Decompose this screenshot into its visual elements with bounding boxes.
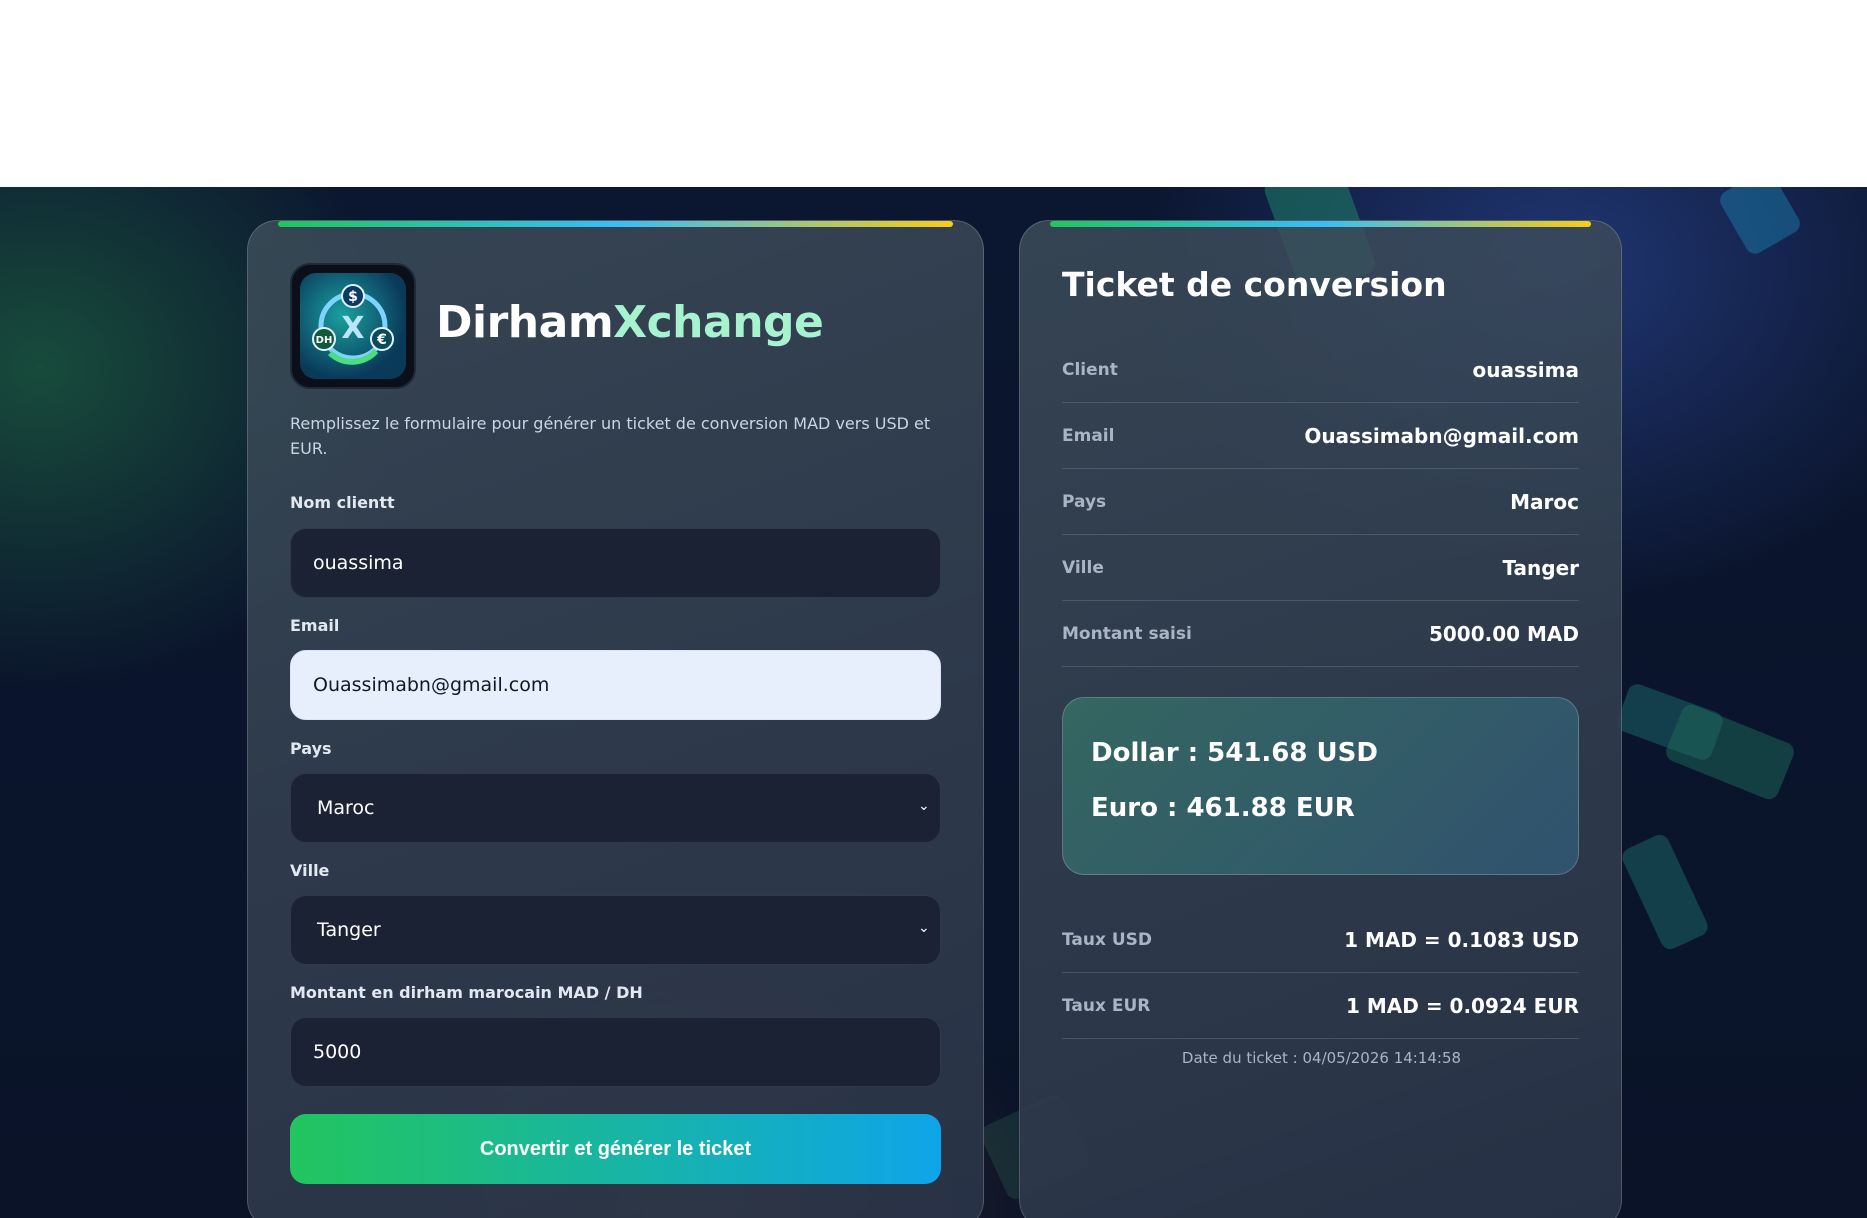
ticket-row-client: Client ouassima	[1062, 337, 1579, 403]
email-label: Email	[290, 616, 340, 635]
euro-result: Euro : 461.88 EUR	[1091, 793, 1355, 823]
ticket-row-value: Ouassimabn@gmail.com	[1304, 423, 1579, 448]
name-label: Nom clientt	[290, 493, 395, 512]
banknote-decoration	[1716, 187, 1804, 258]
svg-text:X: X	[341, 311, 364, 346]
page: $ DH € X DirhamXchange Remplissez le for…	[0, 0, 1867, 1218]
ticket-row-country: Pays Maroc	[1062, 469, 1579, 535]
country-select[interactable]: Maroc ⌄	[290, 773, 941, 843]
ticket-row-key: Taux EUR	[1062, 995, 1151, 1016]
ticket-row-amount: Montant saisi 5000.00 MAD	[1062, 601, 1579, 667]
ticket-row-value: ouassima	[1472, 357, 1579, 382]
amount-input[interactable]: 5000	[290, 1017, 941, 1087]
ticket-row-value: Tanger	[1502, 555, 1579, 580]
currency-exchange-icon: $ DH € X	[312, 284, 394, 365]
conversion-result: Dollar : 541.68 USD Euro : 461.88 EUR	[1062, 697, 1579, 875]
email-input[interactable]: Ouassimabn@gmail.com	[290, 650, 941, 720]
ticket-row-key: Client	[1062, 359, 1118, 380]
svg-text:DH: DH	[316, 335, 333, 346]
currency-exchange-icon: $ DH € X	[290, 263, 416, 389]
ticket-row-value: 1 MAD = 0.1083 USD	[1344, 927, 1579, 952]
city-select-value: Tanger	[317, 919, 381, 941]
city-select[interactable]: Tanger ⌄	[290, 895, 941, 965]
ticket-row-value: 5000.00 MAD	[1428, 621, 1579, 646]
ticket-title: Ticket de conversion	[1062, 265, 1447, 304]
convert-button[interactable]: Convertir et générer le ticket	[290, 1114, 941, 1184]
dollar-result: Dollar : 541.68 USD	[1091, 738, 1378, 768]
ticket-row-key: Ville	[1062, 557, 1104, 578]
ticket-row-key: Taux USD	[1062, 929, 1153, 950]
svg-text:$: $	[348, 289, 358, 305]
name-input[interactable]: ouassima	[290, 528, 941, 598]
chevron-down-icon: ⌄	[918, 798, 930, 814]
ticket-row-value: Maroc	[1510, 489, 1579, 514]
banknote-decoration	[1619, 831, 1711, 953]
conversion-form-card: $ DH € X DirhamXchange Remplissez le for…	[247, 220, 984, 1218]
ticket-row-email: Email Ouassimabn@gmail.com	[1062, 403, 1579, 469]
ticket-row-key: Email	[1062, 425, 1115, 446]
banknote-decoration	[1663, 701, 1797, 803]
svg-text:€: €	[376, 332, 387, 348]
amount-label: Montant en dirham marocain MAD / DH	[290, 983, 643, 1002]
chevron-down-icon: ⌄	[918, 920, 930, 936]
ticket-row-key: Pays	[1062, 491, 1107, 512]
ticket-row-rate-eur: Taux EUR 1 MAD = 0.0924 EUR	[1062, 973, 1579, 1039]
ticket-row-city: Ville Tanger	[1062, 535, 1579, 601]
country-label: Pays	[290, 739, 332, 758]
ticket-row-rate-usd: Taux USD 1 MAD = 0.1083 USD	[1062, 907, 1579, 973]
form-description: Remplissez le formulaire pour générer un…	[290, 414, 931, 458]
ticket-row-value: 1 MAD = 0.0924 EUR	[1346, 993, 1579, 1018]
country-select-value: Maroc	[317, 797, 375, 819]
ticket-row-key: Montant saisi	[1062, 623, 1192, 644]
ticket-card: Ticket de conversion Client ouassima Ema…	[1019, 220, 1622, 1218]
ticket-date: Date du ticket : 04/05/2026 14:14:58	[1181, 1049, 1462, 1067]
app-title: DirhamXchange	[436, 297, 824, 348]
city-label: Ville	[290, 861, 330, 880]
